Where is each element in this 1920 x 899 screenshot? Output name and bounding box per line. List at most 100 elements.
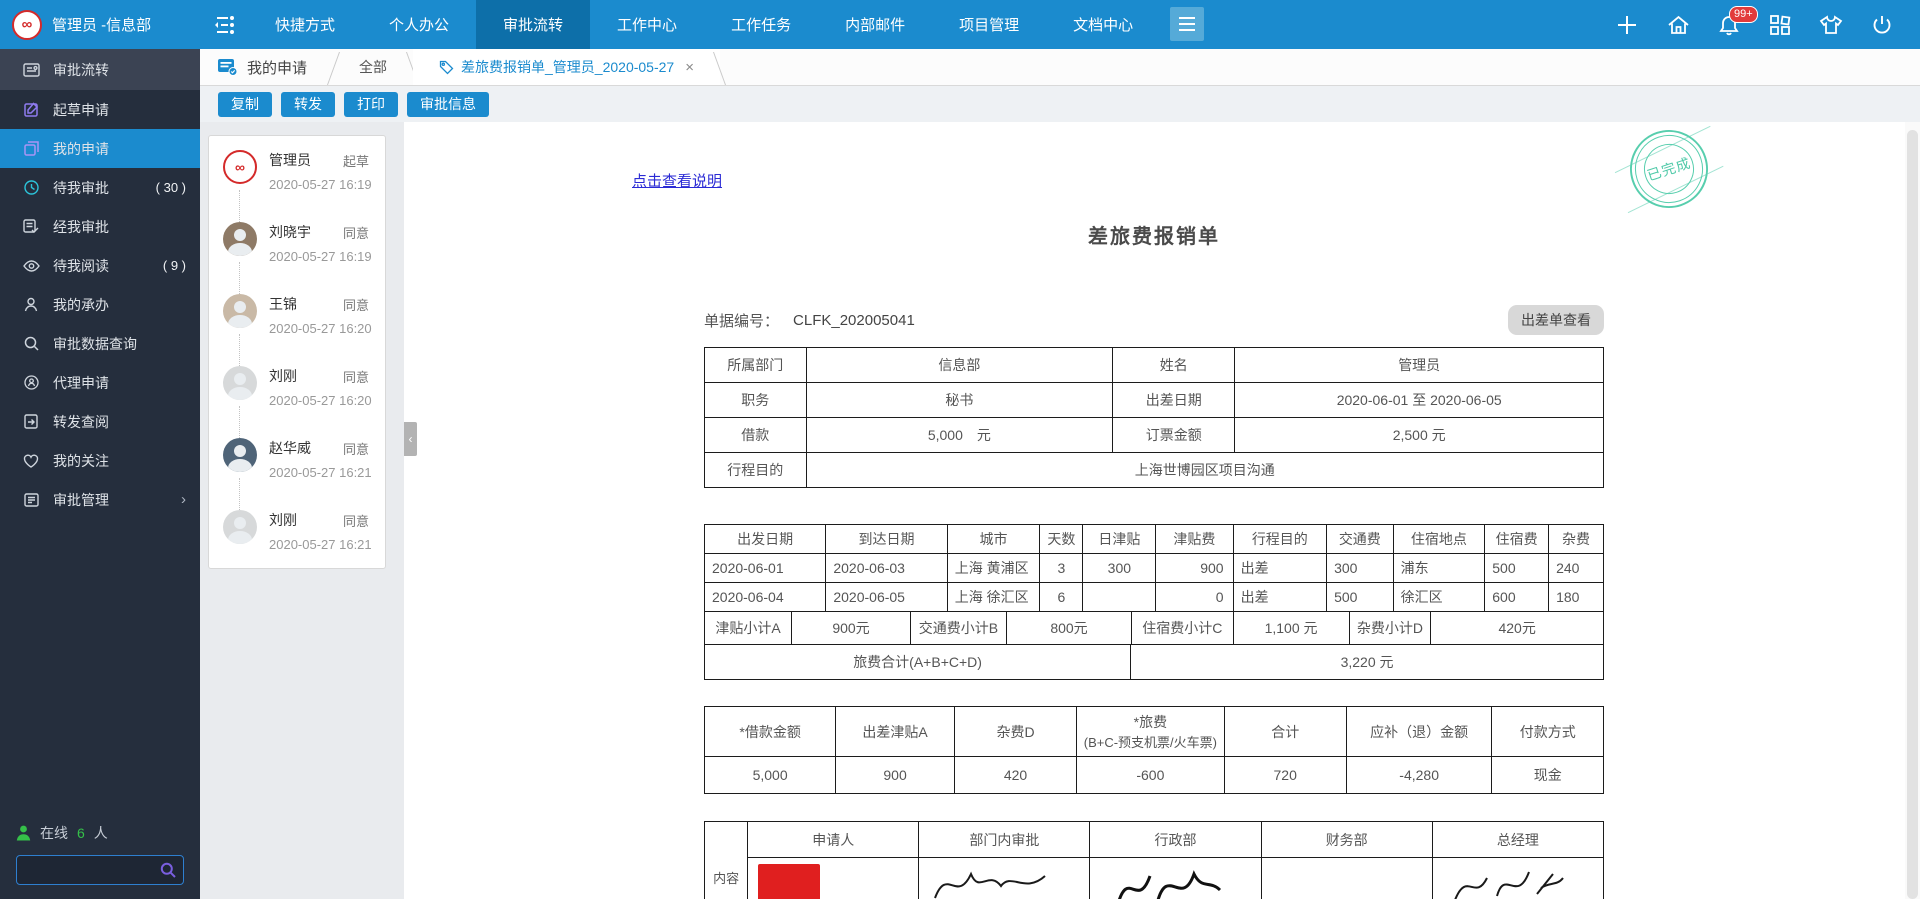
approval-info-button[interactable]: 审批信息 xyxy=(407,91,489,117)
timeline-entry[interactable]: 王锦 同意 2020-05-27 16:20 xyxy=(209,294,385,368)
trip-cell: 6 xyxy=(1039,582,1084,612)
sidebar-search-input[interactable] xyxy=(16,855,184,885)
timeline-entry[interactable]: 赵华威 同意 2020-05-27 16:21 xyxy=(209,438,385,512)
nav-project-mgmt[interactable]: 项目管理 xyxy=(932,0,1046,49)
add-icon[interactable] xyxy=(1615,13,1639,37)
approval-timeline-card: ∞ 管理员 起草 2020-05-27 16:19 刘晓宇 同意 2020-05… xyxy=(208,135,386,569)
approval-action: 起草 xyxy=(342,153,369,169)
copy-button[interactable]: 复制 xyxy=(218,91,272,117)
sidebar-item-approved-by-me[interactable]: 经我审批 xyxy=(0,207,200,246)
sidebar-item-forward-review[interactable]: 转发查阅 xyxy=(0,402,200,441)
timeline-connector xyxy=(239,478,240,512)
power-logout-icon[interactable] xyxy=(1870,13,1894,37)
topbar-actions: 99+ xyxy=(1615,0,1920,49)
print-button[interactable]: 打印 xyxy=(344,91,398,117)
nav-work-tasks[interactable]: 工作任务 xyxy=(704,0,818,49)
sidebar-item-my-follows[interactable]: 我的关注 xyxy=(0,441,200,480)
sidebar-item-pending-my-approval[interactable]: 待我审批 ( 30 ) xyxy=(0,168,200,207)
trip-detail-table: 出发日期 到达日期 城市 天数 日津贴 津贴费 行程目的 交通费 住宿地点 住宿… xyxy=(703,524,1604,612)
sidebar-item-label: 我的申请 xyxy=(53,140,109,157)
sign-header: 部门内审批 xyxy=(918,821,1091,858)
nav-personal-office[interactable]: 个人办公 xyxy=(362,0,476,49)
trip-cell: 240 xyxy=(1548,553,1604,583)
search-icon[interactable] xyxy=(160,862,176,878)
trip-cell: 出差 xyxy=(1232,553,1328,583)
home-icon[interactable] xyxy=(1666,13,1690,37)
more-menus-button[interactable] xyxy=(1170,7,1205,41)
nav-work-center[interactable]: 工作中心 xyxy=(590,0,704,49)
approval-action: 同意 xyxy=(342,225,369,241)
trip-cell: 0 xyxy=(1155,582,1234,612)
summary-value: 900 xyxy=(835,756,955,794)
approval-time: 2020-05-27 16:19 xyxy=(269,249,372,264)
menu-collapse-icon[interactable] xyxy=(200,0,248,49)
info-value: 信息部 xyxy=(805,347,1114,383)
timeline-entry[interactable]: 刘晓宇 同意 2020-05-27 16:19 xyxy=(209,222,385,296)
sidebar-item-my-applications[interactable]: 我的申请 xyxy=(0,129,200,168)
summary-header: 应补（退）金额 xyxy=(1345,706,1493,757)
form-title: 差旅费报销单 xyxy=(1088,226,1220,248)
tag-icon xyxy=(439,60,454,74)
subtotal-value: 1,100 元 xyxy=(1232,611,1350,645)
nav-doc-center[interactable]: 文档中心 xyxy=(1046,0,1160,49)
trip-cell: 900 xyxy=(1155,553,1234,583)
theme-skin-icon[interactable] xyxy=(1819,13,1843,37)
timeline-entry[interactable]: 刘刚 同意 2020-05-27 16:20 xyxy=(209,366,385,440)
sidebar-item-proxy-application[interactable]: 代理申请 xyxy=(0,363,200,402)
avatar xyxy=(223,294,257,328)
sidebar-module-approval-flow[interactable]: 审批流转 xyxy=(0,49,200,90)
doc-no-value: CLFK_202005041 xyxy=(793,311,915,329)
panel-title: 我的申请 xyxy=(200,49,333,85)
tab-label: 全部 xyxy=(359,59,388,75)
draft-pen-icon xyxy=(22,102,40,117)
sidebar-item-my-undertaking[interactable]: 我的承办 xyxy=(0,285,200,324)
view-trip-order-button[interactable]: 出差单查看 xyxy=(1508,305,1604,335)
collapse-panel-handle[interactable]: ‹ xyxy=(404,422,417,456)
forward-button[interactable]: 转发 xyxy=(281,91,335,117)
sidebar-item-draft-application[interactable]: 起草申请 xyxy=(0,90,200,129)
avatar: ∞ xyxy=(223,150,257,184)
scrollbar-thumb[interactable] xyxy=(1907,130,1918,899)
trip-header: 住宿地点 xyxy=(1392,524,1486,554)
summary-value: 420 xyxy=(953,756,1078,794)
tab-all[interactable]: 全部 xyxy=(327,49,420,85)
close-tab-icon[interactable]: × xyxy=(685,59,694,76)
sidebar-item-label: 审批数据查询 xyxy=(53,335,137,352)
notifications-icon[interactable]: 99+ xyxy=(1717,5,1758,37)
notifications-badge: 99+ xyxy=(1729,5,1758,23)
my-applications-icon xyxy=(22,141,40,156)
trip-cell: 2020-06-04 xyxy=(703,582,827,612)
sidebar-item-approval-data-query[interactable]: 审批数据查询 xyxy=(0,324,200,363)
nav-shortcuts[interactable]: 快捷方式 xyxy=(248,0,362,49)
sidebar-item-label: 我的承办 xyxy=(53,296,109,313)
subtotal-label: 住宿费小计C xyxy=(1130,611,1234,645)
tab-expense-doc[interactable]: 差旅费报销单_管理员_2020-05-27 × xyxy=(413,49,726,85)
red-seal xyxy=(758,864,821,899)
sign-header: 行政部 xyxy=(1089,821,1262,858)
info-label: 订票金额 xyxy=(1112,417,1236,453)
avatar xyxy=(223,222,257,256)
summary-value: 现金 xyxy=(1491,756,1604,794)
main-area: 我的申请 全部 差旅费报销单_管理员_2020-05-27 × 复制 转发 打印… xyxy=(200,49,1920,899)
nav-approval-flow[interactable]: 审批流转 xyxy=(476,0,591,49)
info-label: 职务 xyxy=(704,382,807,418)
summary-header: 出差津贴A xyxy=(835,706,955,757)
info-value: 上海世博园区项目沟通 xyxy=(805,452,1605,488)
apps-grid-icon[interactable] xyxy=(1768,13,1792,37)
logo-area: ∞ 管理员 -信息部 xyxy=(0,0,200,49)
search-data-icon xyxy=(22,336,40,351)
sidebar-item-pending-my-reading[interactable]: 待我阅读 ( 9 ) xyxy=(0,246,200,285)
proxy-icon xyxy=(22,375,40,390)
sidebar-item-approval-management[interactable]: 审批管理 › xyxy=(0,480,200,519)
summary-header: 付款方式 xyxy=(1491,706,1604,757)
summary-table: *借款金额 出差津贴A 杂费D *旅费 (B+C-预支机票/火车票) 合计 应补… xyxy=(703,706,1604,794)
trip-cell: 上海 黄浦区 xyxy=(946,553,1041,583)
timeline-entry[interactable]: 刘刚 同意 2020-05-27 16:21 xyxy=(209,510,385,558)
trip-cell: 浦东 xyxy=(1392,553,1486,583)
timeline-connector xyxy=(239,334,240,368)
tab-edge xyxy=(712,52,726,85)
vertical-scrollbar[interactable] xyxy=(1905,122,1920,899)
timeline-entry[interactable]: ∞ 管理员 起草 2020-05-27 16:19 xyxy=(209,150,385,224)
info-label: 姓名 xyxy=(1112,347,1236,383)
nav-internal-mail[interactable]: 内部邮件 xyxy=(818,0,932,49)
